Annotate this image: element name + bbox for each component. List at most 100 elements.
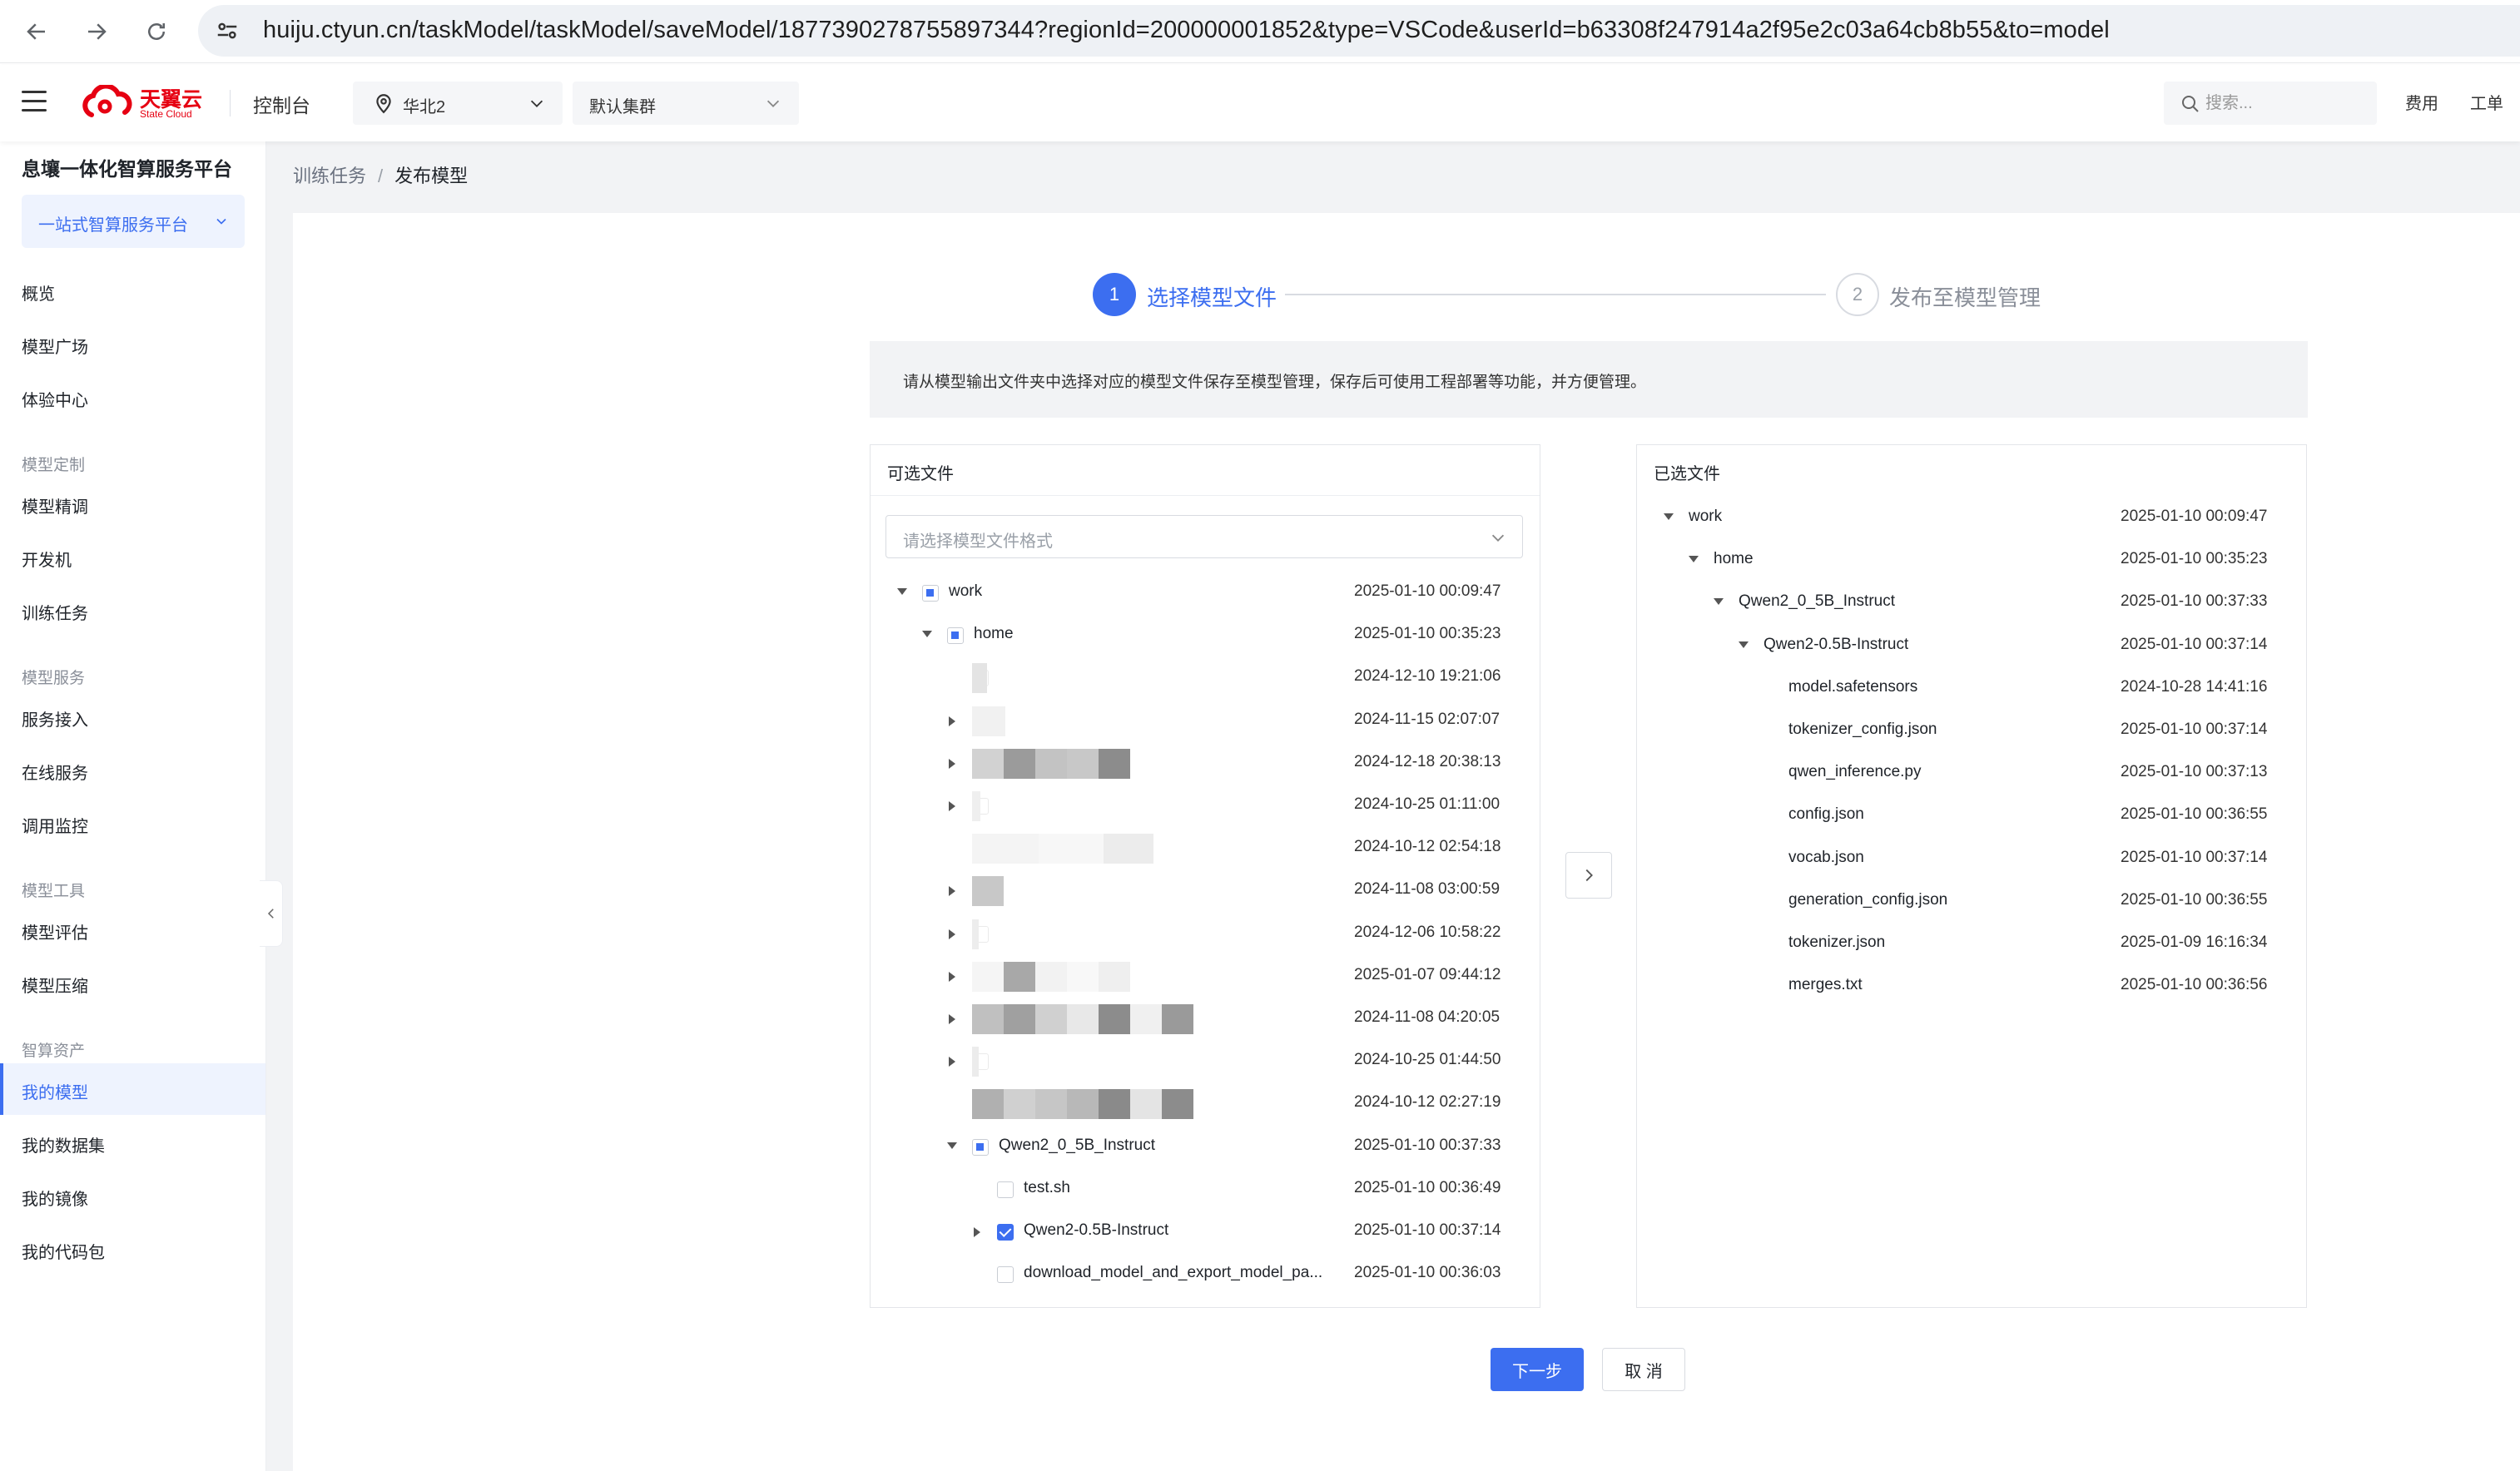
- caret-right-icon[interactable]: [949, 971, 955, 982]
- sidebar-item[interactable]: 模型精调: [0, 478, 265, 529]
- breadcrumb-parent[interactable]: 训练任务: [293, 166, 366, 186]
- file-tree-row[interactable]: 2024-11-08 03:00:59: [871, 869, 1540, 912]
- file-tree-row[interactable]: 2024-12-06 10:58:22: [871, 913, 1540, 955]
- back-arrow-icon[interactable]: [20, 15, 53, 48]
- selected-file-row[interactable]: vocab.json 2025-01-10 00:37:14: [1637, 838, 2306, 880]
- sidebar-item[interactable]: 我的代码包: [0, 1223, 265, 1275]
- sidebar-item-label: 我的模型: [22, 1084, 88, 1102]
- sidebar-collapse-toggle[interactable]: [260, 880, 283, 947]
- caret-down-icon[interactable]: [1714, 598, 1724, 606]
- file-name: home: [974, 625, 1014, 643]
- checkbox[interactable]: [972, 1138, 989, 1156]
- file-tree-row[interactable]: download_model_and_export_model_pa... 202…: [871, 1253, 1540, 1295]
- file-modified-time: 2025-01-10 00:36:03: [1354, 1264, 1501, 1282]
- caret-right-icon[interactable]: [949, 716, 955, 726]
- selected-file-row[interactable]: tokenizer.json 2025-01-09 16:16:34: [1637, 923, 2306, 965]
- site-settings-icon[interactable]: [213, 17, 241, 45]
- cancel-button[interactable]: 取 消: [1602, 1348, 1685, 1391]
- ctyun-logo[interactable]: 天翼云 State Cloud: [80, 82, 205, 126]
- sidebar-item[interactable]: 服务接入: [0, 691, 265, 742]
- file-modified-time: 2025-01-10 00:37:14: [2121, 848, 2268, 866]
- caret-down-icon[interactable]: [922, 631, 932, 638]
- cluster-select[interactable]: 默认集群: [573, 82, 799, 125]
- search-input[interactable]: [2205, 90, 2364, 116]
- file-tree-row[interactable]: 2024-10-25 01:11:00: [871, 785, 1540, 827]
- selected-file-row[interactable]: model.safetensors 2024-10-28 14:41:16: [1637, 667, 2306, 710]
- sidebar-item[interactable]: 模型压缩: [0, 957, 265, 1008]
- file-format-select[interactable]: 请选择模型文件格式: [885, 515, 1523, 558]
- caret-down-icon[interactable]: [1664, 513, 1674, 520]
- caret-down-icon[interactable]: [947, 1142, 957, 1149]
- next-step-button[interactable]: 下一步: [1491, 1348, 1584, 1391]
- sidebar-item[interactable]: 开发机: [0, 531, 265, 582]
- caret-right-icon[interactable]: [949, 801, 955, 811]
- checkbox[interactable]: [997, 1181, 1014, 1198]
- file-tree-row[interactable]: Qwen2_0_5B_Instruct 2025-01-10 00:37:33: [871, 1126, 1540, 1168]
- sidebar-item-label: 模型广场: [22, 339, 88, 357]
- breadcrumb-separator: /: [378, 166, 384, 186]
- file-tree-row[interactable]: 2024-11-08 04:20:05: [871, 998, 1540, 1040]
- console-link[interactable]: 控制台: [253, 90, 310, 118]
- platform-select[interactable]: 一站式智算服务平台: [22, 195, 245, 248]
- file-tree-row[interactable]: 2024-11-15 02:07:07: [871, 700, 1540, 742]
- selected-file-row[interactable]: Qwen2-0.5B-Instruct 2025-01-10 00:37:14: [1637, 625, 2306, 667]
- checkbox[interactable]: [947, 627, 964, 645]
- checkbox[interactable]: [922, 585, 939, 602]
- selected-file-row[interactable]: tokenizer_config.json 2025-01-10 00:37:14: [1637, 710, 2306, 752]
- file-tree-row[interactable]: 2024-12-10 19:21:06: [871, 656, 1540, 699]
- caret-right-icon[interactable]: [949, 1057, 955, 1067]
- sidebar-item-label: 模型压缩: [22, 978, 88, 996]
- sidebar-item[interactable]: 在线服务: [0, 744, 265, 795]
- file-tree-row[interactable]: test.sh 2025-01-10 00:36:49: [871, 1168, 1540, 1211]
- address-bar[interactable]: huiju.ctyun.cn/taskModel/taskModel/saveM…: [198, 5, 2520, 57]
- ticket-link[interactable]: 工单: [2470, 90, 2503, 114]
- file-modified-time: 2024-11-08 03:00:59: [1354, 880, 1501, 899]
- selected-file-row[interactable]: Qwen2_0_5B_Instruct 2025-01-10 00:37:33: [1637, 582, 2306, 624]
- selected-file-row[interactable]: merges.txt 2025-01-10 00:36:56: [1637, 965, 2306, 1008]
- redacted-cell: [1099, 961, 1130, 992]
- sidebar-item[interactable]: 体验中心: [0, 371, 265, 423]
- sidebar-item-label: 调用监控: [22, 818, 88, 836]
- sidebar-item[interactable]: 我的数据集: [0, 1117, 265, 1168]
- checkbox[interactable]: [997, 1224, 1014, 1241]
- sidebar-item[interactable]: 概览: [0, 265, 265, 316]
- sidebar-item[interactable]: 调用监控: [0, 797, 265, 849]
- file-tree-row[interactable]: Qwen2-0.5B-Instruct 2025-01-10 00:37:14: [871, 1211, 1540, 1253]
- region-select[interactable]: 华北2: [353, 82, 563, 125]
- file-tree-row[interactable]: work 2025-01-10 00:09:47: [871, 572, 1540, 614]
- reload-icon[interactable]: [140, 15, 173, 48]
- transfer-right-button[interactable]: [1565, 852, 1612, 899]
- selected-file-row[interactable]: config.json 2025-01-10 00:36:55: [1637, 795, 2306, 837]
- caret-down-icon[interactable]: [1689, 556, 1699, 563]
- sidebar-item[interactable]: 我的镜像: [0, 1170, 265, 1221]
- file-tree-row[interactable]: 2024-10-12 02:54:18: [871, 827, 1540, 869]
- url-text[interactable]: huiju.ctyun.cn/taskModel/taskModel/saveM…: [263, 17, 2110, 44]
- search-icon: [2182, 96, 2199, 112]
- caret-right-icon[interactable]: [949, 886, 955, 897]
- sidebar-item[interactable]: 训练任务: [0, 584, 265, 636]
- caret-right-icon[interactable]: [949, 929, 955, 939]
- file-tree-row[interactable]: 2024-10-25 01:44:50: [871, 1040, 1540, 1082]
- file-tree-row[interactable]: 2025-01-07 09:44:12: [871, 955, 1540, 998]
- global-search[interactable]: [2164, 82, 2377, 125]
- selected-file-row[interactable]: qwen_inference.py 2025-01-10 00:37:13: [1637, 752, 2306, 795]
- file-tree-row[interactable]: home 2025-01-10 00:35:23: [871, 614, 1540, 656]
- billing-link[interactable]: 费用: [2405, 90, 2438, 114]
- selected-file-row[interactable]: generation_config.json 2025-01-10 00:36:5…: [1637, 880, 2306, 923]
- checkbox[interactable]: [997, 1266, 1014, 1284]
- menu-icon[interactable]: [22, 91, 47, 116]
- selected-file-row[interactable]: home 2025-01-10 00:35:23: [1637, 539, 2306, 582]
- caret-down-icon[interactable]: [1739, 641, 1749, 648]
- sidebar-item[interactable]: 模型评估: [0, 904, 265, 955]
- caret-right-icon[interactable]: [974, 1227, 980, 1237]
- caret-right-icon[interactable]: [949, 1014, 955, 1024]
- sidebar-item[interactable]: 模型广场: [0, 318, 265, 369]
- sidebar-item[interactable]: 我的模型: [0, 1063, 265, 1115]
- selected-file-row[interactable]: work 2025-01-10 00:09:47: [1637, 497, 2306, 539]
- caret-right-icon[interactable]: [949, 758, 955, 769]
- file-tree-row[interactable]: 2024-12-18 20:38:13: [871, 742, 1540, 785]
- file-tree-row[interactable]: 2024-10-12 02:27:19: [871, 1082, 1540, 1125]
- caret-down-icon[interactable]: [897, 588, 907, 595]
- forward-arrow-icon[interactable]: [80, 15, 113, 48]
- redacted-cell: [972, 1047, 979, 1077]
